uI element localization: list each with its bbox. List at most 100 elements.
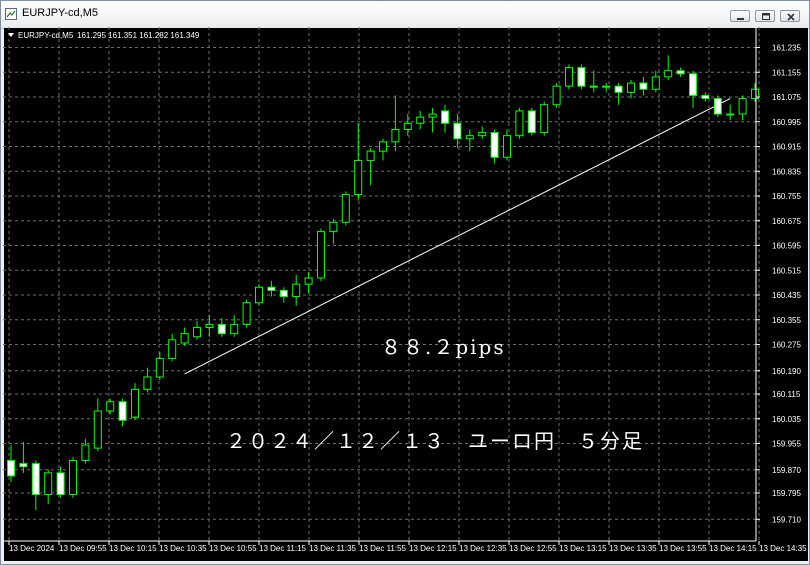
x-tick-label: 13 Dec 10:55 [209, 544, 257, 553]
candle-body-bear [7, 460, 15, 477]
candle-body-bull [379, 141, 387, 152]
candle-body-bear [118, 401, 127, 421]
restore-button[interactable] [755, 10, 775, 22]
candle [403, 114, 412, 136]
candle-body-bull [168, 339, 177, 359]
candle-body-bull [205, 323, 214, 328]
y-tick-label: 160.355 [772, 316, 801, 325]
y-tick-label: 159.870 [772, 466, 801, 475]
y-tick-label: 160.835 [772, 167, 801, 176]
time-axis: 13 Dec 2024 13 Dec 09:55 13 Dec 10:15 13 De… [3, 540, 807, 553]
close-icon [787, 13, 795, 21]
candle [242, 299, 251, 328]
candle [428, 107, 437, 133]
date-title-annotation: ２０２４／１２／１３ ユーロ円 ５分足 [226, 429, 644, 453]
x-tick-label: 13 Dec 10:35 [159, 544, 207, 553]
candle [366, 148, 375, 186]
candle-body-bull [242, 302, 251, 325]
candle [180, 327, 189, 347]
candle [515, 107, 524, 139]
x-tick-label: 13 Dec 09:55 [59, 544, 107, 553]
candle [19, 441, 28, 473]
x-tick-label: 13 Dec 11:15 [259, 544, 307, 553]
candle-body-bull [366, 150, 375, 161]
close-button[interactable] [780, 10, 800, 22]
candle [81, 438, 90, 464]
x-tick-label: 13 Dec 12:55 [509, 544, 557, 553]
candle-body-bull [565, 67, 573, 87]
header-symbol: EURJPY-cd,M5 [18, 31, 74, 40]
candle-body-bull [354, 159, 363, 195]
y-tick-label: 160.995 [772, 118, 801, 127]
candle-body-bear [527, 110, 536, 134]
candle-body-bull [664, 70, 673, 78]
candle-body-bear [19, 463, 28, 468]
x-tick-label: 13 Dec 13:55 [659, 544, 707, 553]
candle [131, 383, 139, 421]
candlestick-chart[interactable]: 159.710 159.795 159.870 159.955 160.035 160.1… [3, 27, 807, 560]
x-tick-label: 13 Dec 13:35 [609, 544, 657, 553]
candle-body-bull [503, 135, 511, 158]
candle-body-bull [726, 113, 735, 116]
candle-body-bull [143, 376, 152, 390]
candle-body-bull [230, 323, 239, 335]
title-bar[interactable]: EURJPY-cd,M5 [1, 1, 809, 29]
candle-body-bull [155, 357, 164, 378]
minimize-button[interactable] [730, 10, 750, 22]
candle-body-bull [391, 128, 400, 143]
candle-body-bear [701, 94, 710, 100]
candle [751, 83, 759, 102]
candle [379, 138, 387, 161]
candle-body-bull [106, 401, 115, 412]
candle [540, 101, 549, 136]
candle-body-bull [738, 98, 747, 115]
candle-body-bull [93, 410, 102, 449]
candle [118, 398, 127, 427]
candle [441, 104, 449, 133]
candle [205, 315, 214, 337]
candle [701, 92, 710, 102]
candle-body-bear [689, 73, 697, 96]
candle-body-bull [180, 333, 189, 344]
candle [168, 333, 177, 362]
x-tick-label: 13 Dec 13:15 [559, 544, 607, 553]
pips-annotation: ８８.２pips [381, 335, 506, 359]
candle-body-bear [56, 472, 65, 496]
candle [589, 70, 598, 93]
x-tick-label: 13 Dec 12:35 [459, 544, 507, 553]
candle [503, 129, 511, 161]
candle [341, 191, 350, 226]
candle [614, 83, 623, 105]
candle-body-bear [453, 122, 462, 140]
candle-body-bull [193, 326, 201, 338]
candle [651, 70, 660, 93]
candle-body-bull [416, 116, 425, 124]
candle [31, 460, 40, 511]
candle-body-bull [651, 76, 660, 90]
y-tick-label: 160.755 [772, 192, 801, 201]
candle [726, 104, 735, 121]
y-tick-label: 160.515 [772, 266, 801, 275]
candle-body-bull [44, 472, 53, 496]
candle [713, 95, 722, 118]
y-tick-label: 159.795 [772, 489, 801, 498]
candle [292, 274, 301, 306]
y-tick-label: 160.035 [772, 415, 801, 424]
candle [577, 64, 586, 90]
candle [217, 318, 226, 337]
candle-body-bear [31, 463, 40, 496]
x-tick-label: 13 Dec 11:55 [359, 544, 407, 553]
candle [639, 76, 648, 96]
candle-body-bear [639, 82, 648, 90]
candle-body-bull [69, 460, 77, 496]
candle [416, 110, 425, 130]
candle [304, 271, 313, 294]
candle-body-bull [255, 286, 263, 304]
candle-body-bear [614, 85, 623, 93]
candle [106, 398, 115, 415]
candle [552, 83, 561, 108]
header-ohlc: 161.295 161.351 161.282 161.349 [77, 31, 200, 40]
candle [193, 321, 201, 340]
y-tick-label: 161.075 [772, 93, 801, 102]
candle [354, 123, 363, 201]
